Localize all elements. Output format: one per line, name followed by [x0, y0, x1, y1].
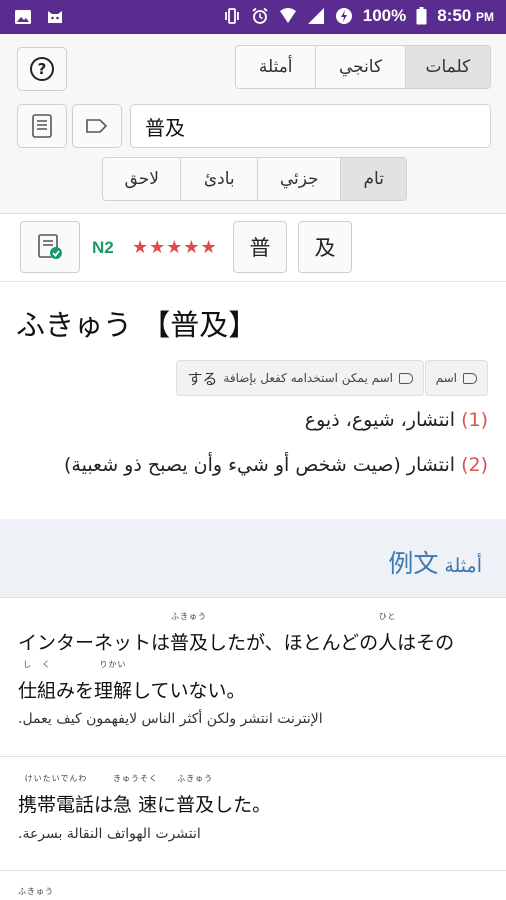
sentence-text: に — [157, 794, 177, 816]
jlpt-level: N2 — [92, 238, 114, 257]
example-furigana: ふきゅう — [18, 887, 54, 896]
furigana: きゅうそく — [113, 774, 159, 783]
entry-headword: ふきゅう 【普及】 — [16, 302, 257, 344]
frequency-stars: ★★★★★ — [132, 237, 218, 258]
search-type-tabs: أمثلة كانجي كلمات — [235, 45, 491, 89]
tag-icon — [463, 372, 477, 384]
sentence-text: した。 — [214, 794, 272, 816]
image-notification-icon — [15, 10, 31, 24]
ruby-word: 急 速きゅうそく — [113, 774, 159, 816]
pos-tag-noun: اسم — [424, 360, 488, 396]
furigana: けいたいでんわ — [24, 774, 88, 783]
sentence-text: は — [94, 794, 114, 816]
sentence-text: したが、ほとんどの — [208, 632, 379, 654]
sentence-text: していない。 — [132, 680, 246, 702]
example-translation: الإنترنت انتشر ولكن أكثر الناس لايفهمون … — [18, 711, 323, 727]
vibrate-icon — [224, 8, 239, 24]
clock: 8:50 PM — [437, 6, 494, 25]
tag-filter-button[interactable] — [72, 104, 122, 148]
entry-kanji: 【普及】 — [141, 308, 258, 342]
document-icon — [32, 114, 52, 138]
data-saver-icon — [335, 8, 352, 24]
divider — [0, 597, 506, 598]
ruby-word: 人ひと — [378, 612, 398, 654]
tag-icon — [399, 372, 413, 384]
ruby-word: 普及 ふきゅう — [176, 774, 215, 816]
checked-document-icon — [38, 234, 62, 259]
ruby-word: 組く — [37, 660, 57, 702]
wifi-icon — [279, 8, 296, 23]
search-header: ? أمثلة كانجي كلمات 普及 لاحق بادئ جزئي تا… — [0, 34, 506, 214]
example-translation: انتشرت الهواتف النقالة بسرعة. — [18, 826, 201, 842]
furigana: ふきゅう — [171, 612, 208, 621]
tab-kanji[interactable]: كانجي — [315, 46, 404, 88]
example-sentence: 携帯電話 けいたいでんわ は急 速きゅうそく に普及 ふきゅう した。 — [18, 774, 272, 817]
help-icon: ? — [30, 57, 54, 81]
ruby-word: 携帯電話 けいたいでんわ — [18, 774, 95, 816]
ruby-word: 仕し — [18, 660, 38, 702]
examples-heading: أمثلة例文 — [388, 549, 482, 578]
furigana: く — [42, 660, 52, 669]
match-mode-tabs: لاحق بادئ جزئي تام — [102, 157, 407, 201]
divider — [0, 870, 506, 871]
tag-icon — [86, 119, 108, 133]
match-prefix[interactable]: بادئ — [180, 158, 257, 200]
example-sentence: インターネットは普及 ふきゅう したが、ほとんどの人 ひと はその — [18, 612, 455, 655]
furigana: し — [23, 660, 32, 669]
sentence-text: みを — [56, 680, 95, 702]
add-to-list-button[interactable] — [20, 221, 80, 273]
pos-tag-suru-verb: اسم يمكن استخدامه كفعل بإضافة する — [176, 360, 424, 396]
definition-2: (2) انتشار (صيت شخص أو شيء وأن يصبح ذو ش… — [63, 454, 488, 476]
kanji-button[interactable]: 普 — [233, 221, 287, 273]
definition-1: (1) انتشار، شيوع، ذيوع — [304, 409, 488, 431]
kanji-row: N2 ★★★★★ 普 及 — [0, 214, 506, 282]
kanji-button[interactable]: 及 — [298, 221, 352, 273]
notebook-button[interactable] — [17, 104, 67, 148]
match-exact[interactable]: تام — [340, 158, 406, 200]
furigana: りかい — [99, 660, 127, 669]
furigana: ふきゅう — [177, 774, 214, 783]
help-button[interactable]: ? — [17, 47, 67, 91]
ruby-word: 普及 ふきゅう — [170, 612, 209, 654]
battery-percent: 100% — [362, 6, 407, 25]
furigana: ひと — [378, 612, 397, 621]
battery-icon — [416, 7, 427, 25]
match-partial[interactable]: جزئي — [256, 158, 340, 200]
divider — [0, 756, 506, 757]
tab-words[interactable]: كلمات — [404, 46, 490, 88]
example-sentence: 仕し組くみを理解 りかい していない。 — [18, 660, 246, 703]
search-input[interactable]: 普及 — [130, 104, 491, 148]
cat-notification-icon — [48, 11, 62, 23]
sentence-text: インターネットは — [18, 632, 171, 654]
signal-icon — [307, 8, 324, 24]
ruby-word: 理解 りかい — [94, 660, 133, 702]
alarm-icon — [252, 7, 268, 24]
entry-reading: ふきゅう — [16, 308, 133, 342]
sentence-text: はその — [397, 632, 455, 654]
match-suffix[interactable]: لاحق — [103, 158, 180, 200]
tab-examples[interactable]: أمثلة — [236, 46, 315, 88]
status-bar: 100% 8:50 PM — [0, 0, 506, 34]
